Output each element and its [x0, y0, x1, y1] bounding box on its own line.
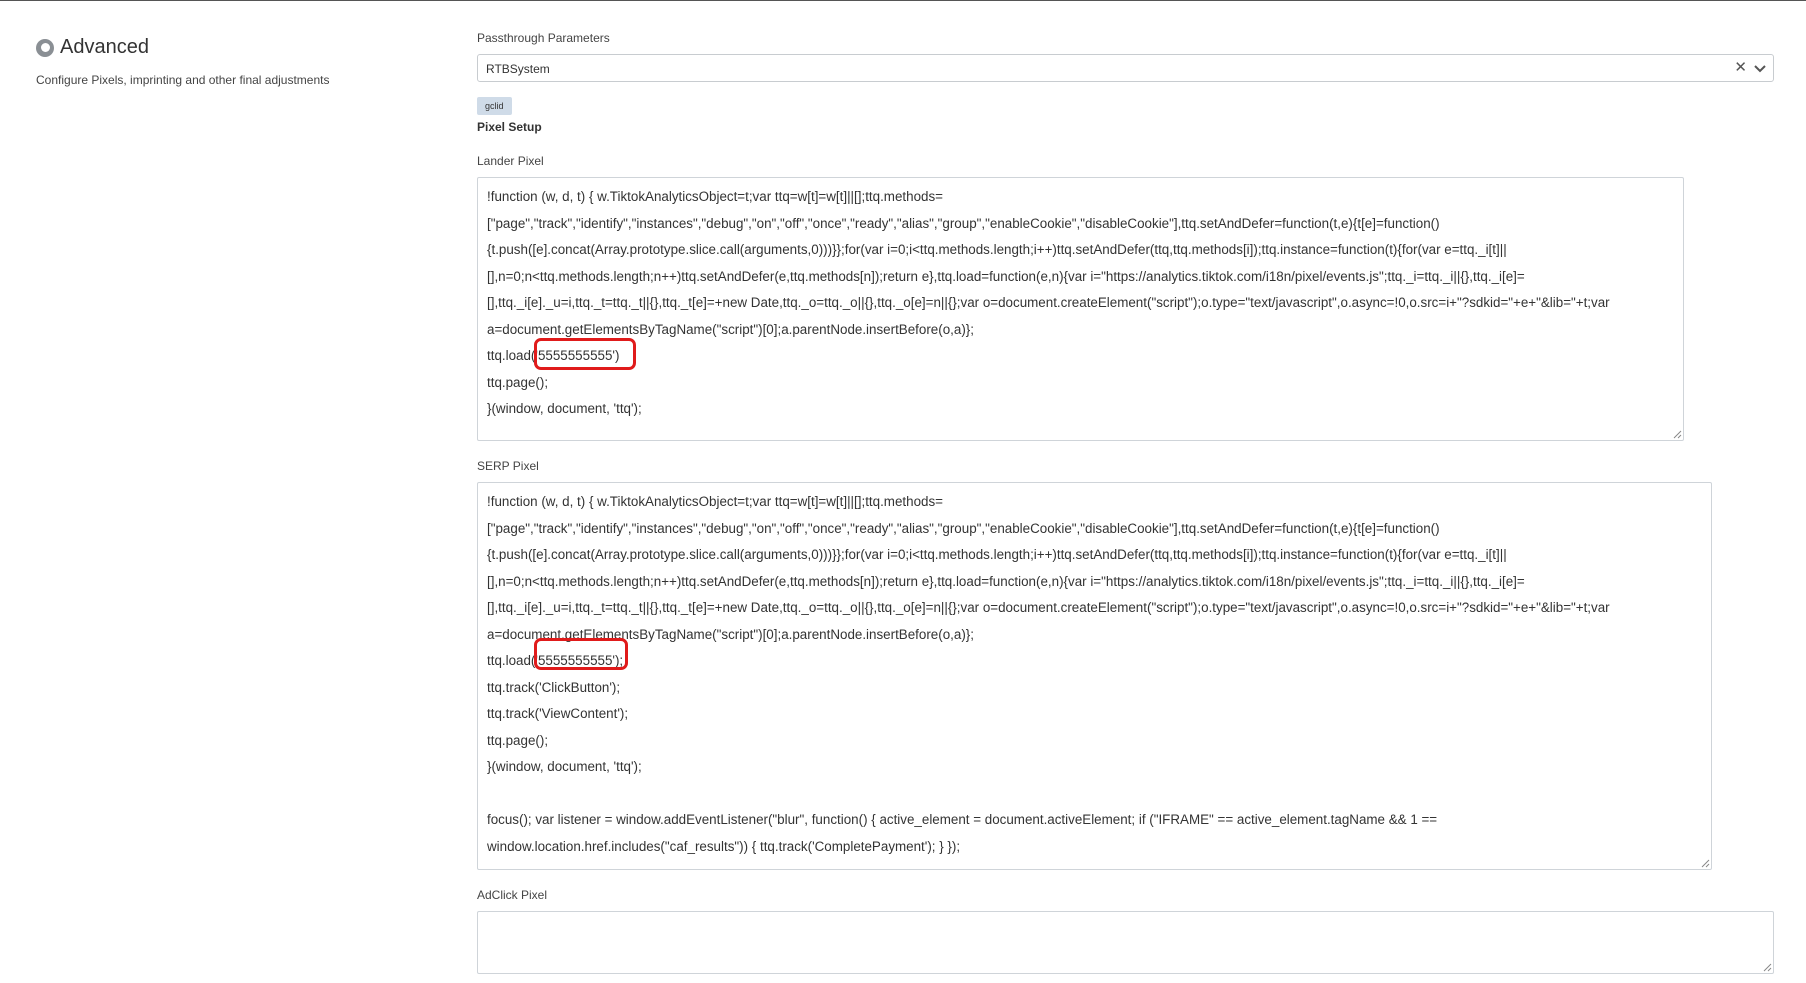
code-line: [],n=0;n<ttq.methods.length;n++)ttq.setA…	[487, 573, 1525, 589]
adclick-pixel-value	[487, 918, 1764, 945]
resize-handle-icon[interactable]	[1701, 859, 1710, 868]
lander-pixel-code: !function (w, d, t) { w.TiktokAnalyticsO…	[487, 184, 1674, 423]
code-line: window.location.href.includes("caf_resul…	[487, 838, 961, 854]
parameter-tag[interactable]: gclid	[477, 97, 512, 115]
pixel-setup-heading: Pixel Setup	[477, 120, 542, 134]
code-line: [],ttq._i[e]._u=i,ttq._t=ttq._t||{},ttq.…	[487, 600, 1610, 615]
code-line: {t.push([e].concat(Array.prototype.slice…	[487, 547, 1507, 562]
section-title: Advanced	[60, 36, 149, 58]
code-line: !function (w, d, t) { w.TiktokAnalyticsO…	[487, 189, 943, 204]
lander-pixel-label: Lander Pixel	[477, 154, 544, 168]
passthrough-label: Passthrough Parameters	[477, 31, 610, 45]
chevron-down-icon[interactable]	[1753, 62, 1767, 81]
advanced-section-header: Advanced Configure Pixels, imprinting an…	[36, 36, 436, 87]
section-description: Configure Pixels, imprinting and other f…	[36, 73, 330, 87]
lander-pixel-textarea[interactable]: !function (w, d, t) { w.TiktokAnalyticsO…	[477, 177, 1684, 441]
advanced-heading: Advanced	[36, 36, 436, 59]
serp-pixel-textarea[interactable]: !function (w, d, t) { w.TiktokAnalyticsO…	[477, 482, 1712, 870]
code-line: ttq.track('ClickButton');	[487, 679, 621, 695]
code-line: ttq.page();	[487, 732, 549, 748]
resize-handle-icon[interactable]	[1673, 430, 1682, 439]
adclick-pixel-textarea[interactable]	[477, 911, 1774, 974]
code-line: [],n=0;n<ttq.methods.length;n++)ttq.setA…	[487, 268, 1525, 284]
code-line: {t.push([e].concat(Array.prototype.slice…	[487, 242, 1507, 257]
code-line: ttq.load('5555555555');	[487, 653, 624, 668]
radio-dot	[40, 43, 50, 52]
code-line: ttq.load('5555555555')	[487, 348, 620, 363]
serp-pixel-code: !function (w, d, t) { w.TiktokAnalyticsO…	[487, 489, 1702, 860]
code-line: a=document.getElementsByTagName("script"…	[487, 626, 974, 642]
code-line: !function (w, d, t) { w.TiktokAnalyticsO…	[487, 494, 943, 509]
code-line: a=document.getElementsByTagName("script"…	[487, 321, 974, 337]
adclick-pixel-label: AdClick Pixel	[477, 888, 548, 902]
passthrough-selected-value: RTBSystem	[486, 62, 550, 76]
code-line: focus(); var listener = window.addEventL…	[487, 812, 1438, 827]
code-line: }(window, document, 'ttq');	[487, 401, 642, 416]
code-line: ["page","track","identify","instances","…	[487, 215, 1440, 231]
code-line: ttq.page();	[487, 374, 549, 390]
code-line: ["page","track","identify","instances","…	[487, 520, 1440, 536]
top-divider	[0, 0, 1806, 1]
serp-pixel-label: SERP Pixel	[477, 459, 539, 473]
section-radio-icon[interactable]	[36, 38, 54, 57]
code-line: }(window, document, 'ttq');	[487, 759, 642, 774]
close-icon[interactable]: ✕	[1734, 60, 1747, 76]
code-line: ttq.track('ViewContent');	[487, 706, 629, 721]
passthrough-select[interactable]: RTBSystem ✕	[477, 54, 1774, 82]
resize-handle-icon[interactable]	[1763, 963, 1772, 972]
code-line: [],ttq._i[e]._u=i,ttq._t=ttq._t||{},ttq.…	[487, 295, 1610, 310]
